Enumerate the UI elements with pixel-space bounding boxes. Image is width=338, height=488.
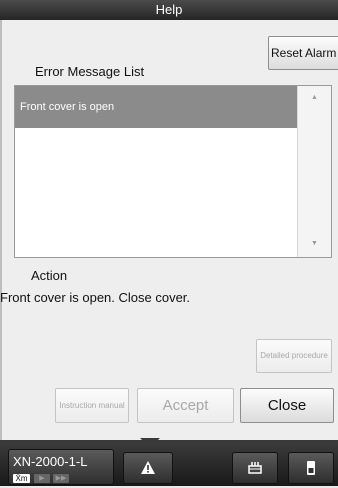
dialog-title: Help xyxy=(155,2,183,17)
reagent-button[interactable] xyxy=(288,452,334,484)
reset-alarm-button[interactable]: Reset Alarm xyxy=(268,36,338,70)
action-text: Front cover is open. Close cover. xyxy=(0,290,191,305)
warning-icon xyxy=(141,461,155,474)
rack-icon xyxy=(248,462,262,474)
accept-label: Accept xyxy=(162,397,209,414)
reset-alarm-label: Reset Alarm xyxy=(271,46,337,60)
action-label: Action xyxy=(31,268,68,283)
instruction-manual-label: Instruction manual xyxy=(59,401,125,410)
forward-icon: ▶▶ xyxy=(53,474,69,483)
detailed-procedure-button[interactable]: Detailed procedure xyxy=(256,339,332,373)
scroll-up-icon[interactable]: ▲ xyxy=(298,94,331,101)
list-item[interactable]: Front cover is open xyxy=(15,86,297,128)
rack-button[interactable] xyxy=(232,452,278,484)
mode-badge: X̄m xyxy=(13,474,30,483)
dialog-title-bar: Help xyxy=(0,0,338,20)
device-name: XN-2000-1-L xyxy=(13,454,88,469)
list-item-label: Front cover is open xyxy=(20,101,115,113)
reagent-icon xyxy=(307,461,315,475)
close-label: Close xyxy=(267,397,307,414)
detailed-procedure-label: Detailed procedure xyxy=(260,351,328,360)
close-button[interactable]: Close xyxy=(240,388,334,423)
instruction-manual-button[interactable]: Instruction manual xyxy=(55,388,129,423)
error-list-label: Error Message List xyxy=(35,64,145,79)
taskbar-pointer-icon xyxy=(140,438,160,448)
device-status-button[interactable]: XN-2000-1-L X̄m ▶ ▶▶ xyxy=(8,449,114,485)
scroll-down-icon[interactable]: ▼ xyxy=(298,240,331,247)
list-scrollbar[interactable]: ▲ ▼ xyxy=(297,86,331,257)
alarm-button[interactable] xyxy=(123,452,173,484)
accept-button[interactable]: Accept xyxy=(137,388,234,423)
play-icon: ▶ xyxy=(34,474,50,483)
error-message-list[interactable]: Front cover is open ▲ ▼ xyxy=(14,85,332,258)
